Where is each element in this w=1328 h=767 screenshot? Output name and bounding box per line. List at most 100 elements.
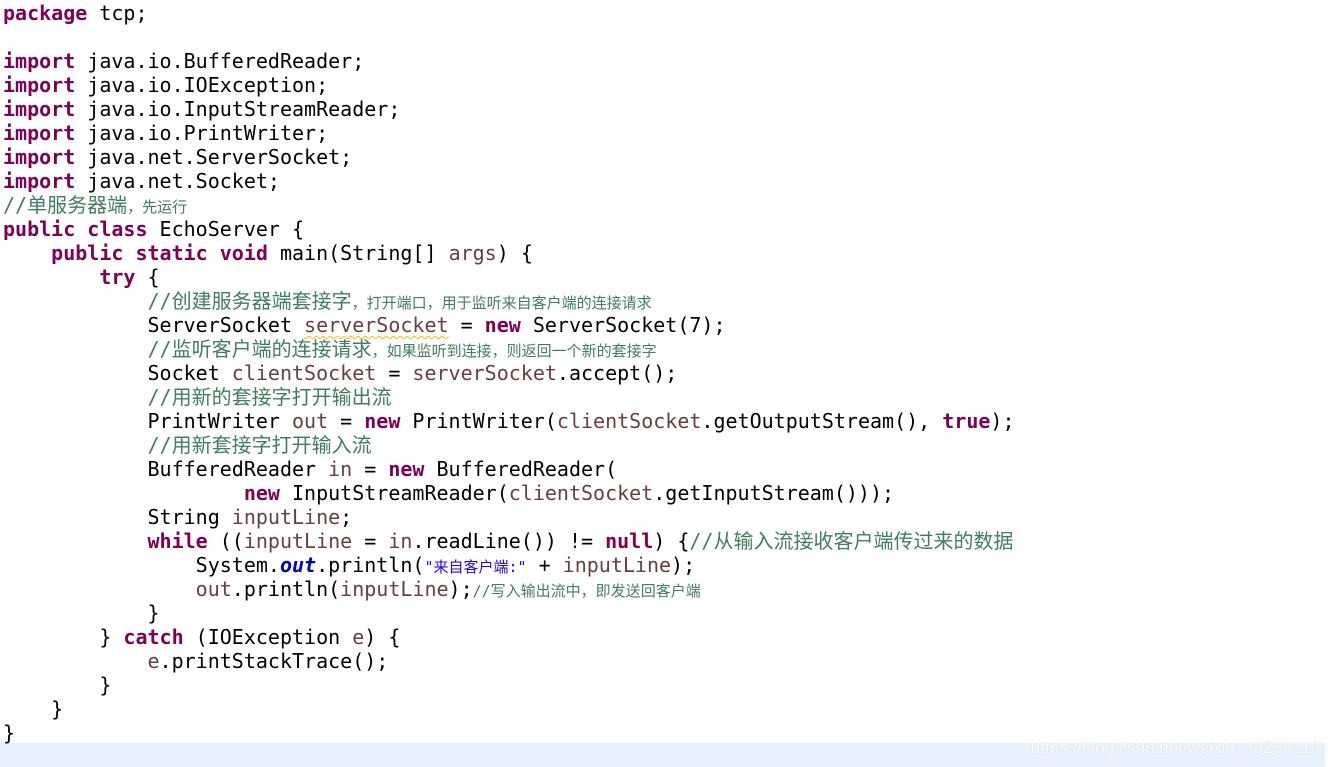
comment: //写入输出流中，即发送回客户端 [472, 582, 701, 600]
code-text: .println( [231, 577, 341, 601]
code-line[interactable]: ServerSocket serverSocket = new ServerSo… [3, 313, 1328, 337]
keyword: while [147, 529, 208, 553]
code-line[interactable]: System.out.println("来自客户端:" + inputLine)… [3, 553, 1328, 577]
local-variable-warning: serverSocket [304, 313, 449, 337]
code-text: + [526, 553, 563, 577]
code-text: java.io.BufferedReader; [75, 49, 365, 73]
keyword: new [484, 313, 521, 337]
local-variable: out [291, 409, 329, 433]
code-line[interactable]: //用新套接字打开输入流 [3, 433, 1328, 457]
code-line[interactable]: } [3, 601, 1328, 625]
code-line[interactable]: try { [3, 265, 1328, 289]
code-text: ServerSocket(7); [520, 313, 726, 337]
code-line[interactable]: //用新的套接字打开输出流 [3, 385, 1328, 409]
code-line[interactable]: e.printStackTrace(); [3, 649, 1328, 673]
code-line[interactable]: PrintWriter out = new PrintWriter(client… [3, 409, 1328, 433]
code-text: ); [990, 409, 1015, 433]
code-text: EchoServer { [147, 217, 305, 241]
local-variable: out [195, 577, 232, 601]
code-text: BufferedReader( [424, 457, 618, 481]
code-line[interactable]: import java.net.ServerSocket; [3, 145, 1328, 169]
code-text: InputStreamReader( [279, 481, 509, 505]
keyword: public [51, 241, 124, 265]
code-line[interactable]: new InputStreamReader(clientSocket.getIn… [3, 481, 1328, 505]
keyword: new [243, 481, 280, 505]
comment: //监听客户端的连接请求 [147, 337, 372, 361]
code-line[interactable]: //监听客户端的连接请求，如果监听到连接，则返回一个新的套接字 [3, 337, 1328, 361]
local-variable: inputLine [562, 553, 672, 577]
code-line[interactable]: public class EchoServer { [3, 217, 1328, 241]
code-text: .getOutputStream(), [701, 409, 943, 433]
code-line[interactable]: Socket clientSocket = serverSocket.accep… [3, 361, 1328, 385]
comment: //创建服务器端套接字 [147, 289, 352, 313]
keyword: import [3, 73, 76, 97]
comment: //用新套接字打开输入流 [147, 433, 372, 457]
local-variable: inputLine [243, 529, 353, 553]
code-text: } [3, 697, 64, 721]
code-text: main(String[] [267, 241, 449, 265]
code-text: String [3, 505, 232, 529]
code-line[interactable]: BufferedReader in = new BufferedReader( [3, 457, 1328, 481]
keyword: static [135, 241, 208, 265]
code-text: System. [3, 553, 280, 577]
code-line[interactable]: import java.net.Socket; [3, 169, 1328, 193]
code-line[interactable]: import java.io.InputStreamReader; [3, 97, 1328, 121]
code-text: BufferedReader [3, 457, 329, 481]
code-text: PrintWriter [3, 409, 292, 433]
comment: ，先运行 [127, 198, 188, 216]
code-text: java.io.InputStreamReader; [75, 97, 401, 121]
code-text: java.io.PrintWriter; [75, 121, 329, 145]
code-text: (( [207, 529, 244, 553]
code-text: } [3, 601, 160, 625]
keyword: import [3, 97, 76, 121]
code-line[interactable] [3, 25, 1328, 49]
code-text: Socket [3, 361, 232, 385]
code-line[interactable]: } [3, 673, 1328, 697]
code-text: = [448, 313, 485, 337]
code-line[interactable]: while ((inputLine = in.readLine()) != nu… [3, 529, 1328, 553]
code-line[interactable]: out.println(inputLine);//写入输出流中，即发送回客户端 [3, 577, 1328, 601]
code-line[interactable]: //单服务器端，先运行 [3, 193, 1328, 217]
code-editor[interactable]: package tcp; import java.io.BufferedReade… [3, 1, 1328, 745]
local-variable: inputLine [231, 505, 341, 529]
keyword: import [3, 49, 76, 73]
code-line[interactable]: package tcp; [3, 1, 1328, 25]
code-line[interactable]: import java.io.IOException; [3, 73, 1328, 97]
keyword: void [219, 241, 268, 265]
code-text: = [352, 529, 389, 553]
code-text: ) { [653, 529, 690, 553]
local-variable: e [147, 649, 160, 673]
code-line[interactable]: public static void main(String[] args) { [3, 241, 1328, 265]
code-line[interactable]: import java.io.BufferedReader; [3, 49, 1328, 73]
code-text: (IOException [183, 625, 353, 649]
code-text: .println( [316, 553, 425, 577]
code-text: PrintWriter( [400, 409, 557, 433]
code-line[interactable]: String inputLine; [3, 505, 1328, 529]
code-text: java.io.IOException; [75, 73, 329, 97]
code-line[interactable]: } catch (IOException e) { [3, 625, 1328, 649]
code-text: ServerSocket [3, 313, 305, 337]
code-text: { [135, 265, 160, 289]
keyword: import [3, 145, 76, 169]
code-text: ) { [496, 241, 533, 265]
comment: //单服务器端 [3, 193, 128, 217]
code-line[interactable]: } [3, 697, 1328, 721]
code-line[interactable]: //创建服务器端套接字，打开端口，用于监听来自客户端的连接请求 [3, 289, 1328, 313]
local-variable: in [388, 529, 413, 553]
local-variable: clientSocket [508, 481, 654, 505]
code-text: = [328, 409, 365, 433]
code-text: tcp; [87, 1, 148, 25]
keyword: public [3, 217, 76, 241]
keyword: true [942, 409, 991, 433]
code-line[interactable]: import java.io.PrintWriter; [3, 121, 1328, 145]
code-text: .printStackTrace(); [159, 649, 389, 673]
